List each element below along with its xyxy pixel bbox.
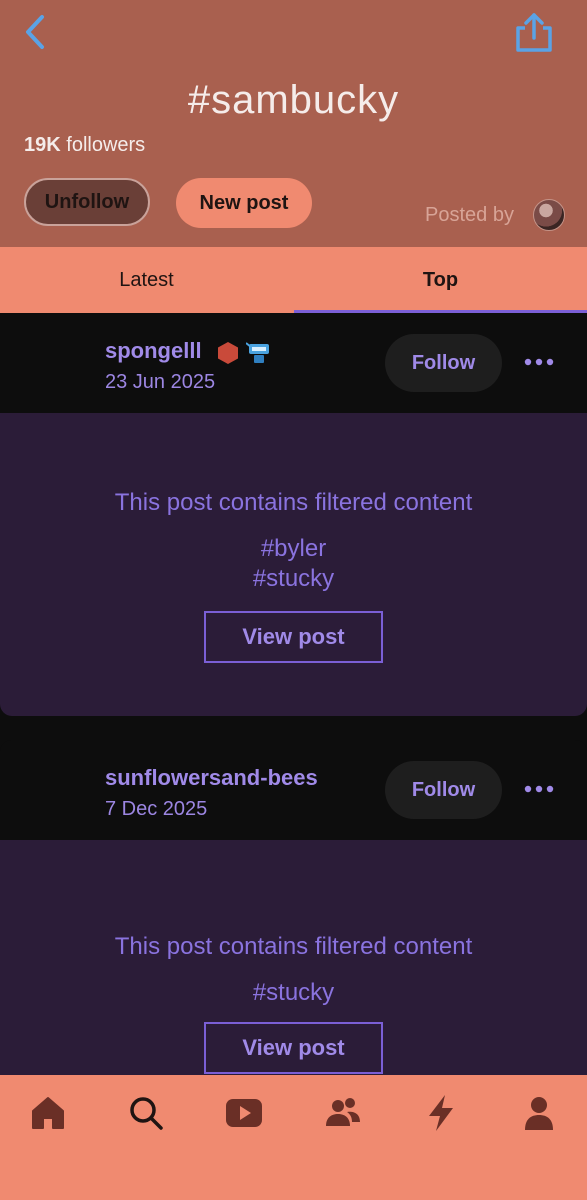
- bottom-nav: [0, 1075, 587, 1200]
- chevron-left-icon: [26, 15, 44, 49]
- filter-message: This post contains filtered content: [114, 489, 473, 516]
- tab-top[interactable]: Top: [294, 247, 587, 313]
- search-icon: [130, 1097, 163, 1130]
- post-date: 23 Jun 2025: [105, 371, 216, 393]
- filtered-tag[interactable]: #stucky: [0, 565, 587, 593]
- filtered-tag[interactable]: #byler: [0, 535, 587, 563]
- filtered-content-panel: This post contains filtered content #byl…: [0, 413, 587, 716]
- share-button[interactable]: [512, 12, 556, 54]
- bolt-icon: [429, 1095, 453, 1131]
- nav-communities[interactable]: [323, 1093, 363, 1133]
- nav-search[interactable]: [126, 1093, 166, 1133]
- view-post-button[interactable]: View post: [204, 611, 383, 663]
- tag-header: #sambucky 19K followers Unfollow New pos…: [0, 0, 587, 247]
- nav-home[interactable]: [28, 1093, 68, 1133]
- badge-icon: [218, 342, 238, 364]
- post-username[interactable]: spongelll: [105, 338, 202, 364]
- home-icon: [32, 1097, 64, 1129]
- filtered-content-panel: This post contains filtered content #stu…: [0, 840, 587, 1075]
- unfollow-button[interactable]: Unfollow: [24, 178, 150, 226]
- view-post-button[interactable]: View post: [204, 1022, 383, 1074]
- post-card: sunflowersand-bees 7 Dec 2025 Follow Thi…: [0, 740, 587, 1075]
- nav-profile[interactable]: [519, 1093, 559, 1133]
- post-header: spongelll 23 Jun 2025 Follow: [0, 313, 587, 413]
- post-username[interactable]: sunflowersand-bees: [105, 765, 318, 791]
- follow-button[interactable]: Follow: [385, 761, 502, 819]
- more-dots-icon: [524, 785, 554, 793]
- tab-bar: Latest Top: [0, 247, 587, 313]
- page-title: #sambucky: [187, 78, 400, 122]
- video-icon: [226, 1099, 262, 1127]
- nav-activity[interactable]: [421, 1093, 461, 1133]
- tab-latest[interactable]: Latest: [0, 247, 293, 313]
- post-header: sunflowersand-bees 7 Dec 2025 Follow: [0, 740, 587, 840]
- filter-message: This post contains filtered content: [114, 933, 473, 960]
- nav-video[interactable]: [224, 1093, 264, 1133]
- more-options-button[interactable]: [520, 776, 558, 802]
- followers-count: 19K followers: [24, 134, 145, 157]
- profile-icon: [525, 1097, 553, 1130]
- posted-by-label: Posted by: [425, 204, 514, 226]
- more-dots-icon: [524, 358, 554, 366]
- post-date: 7 Dec 2025: [105, 798, 208, 820]
- followers-number: 19K: [24, 134, 61, 156]
- avatar[interactable]: [533, 199, 565, 231]
- post-card: spongelll 23 Jun 2025 Follow This post c…: [0, 313, 587, 716]
- people-icon: [326, 1098, 360, 1126]
- follow-button[interactable]: Follow: [385, 334, 502, 392]
- badge-icon: [246, 342, 269, 363]
- more-options-button[interactable]: [520, 349, 558, 375]
- share-icon: [516, 13, 552, 52]
- followers-label: followers: [66, 134, 146, 156]
- filtered-tag[interactable]: #stucky: [0, 979, 587, 1007]
- back-button[interactable]: [16, 12, 56, 52]
- new-post-button[interactable]: New post: [176, 178, 312, 228]
